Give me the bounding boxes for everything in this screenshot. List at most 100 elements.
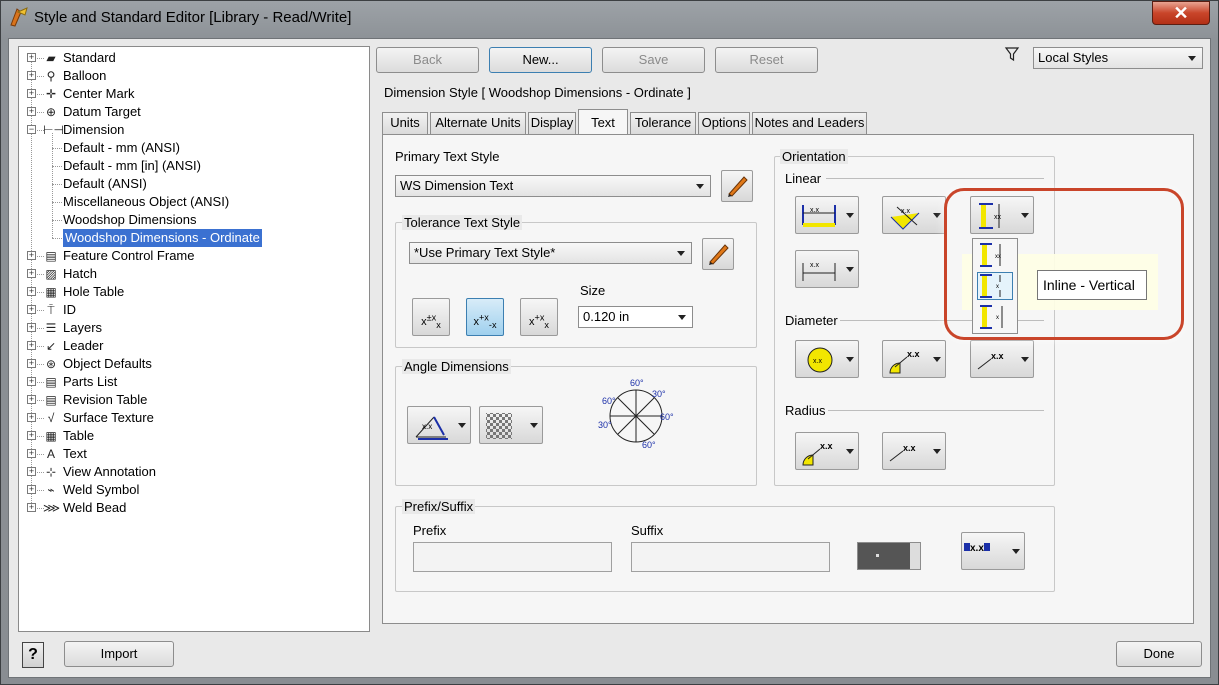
option-inline-vertical[interactable]: x [977, 272, 1013, 300]
symbol-insert-button[interactable] [857, 542, 921, 570]
diameter-horizontal-button[interactable]: x.x [970, 340, 1034, 378]
expand-icon[interactable]: + [27, 431, 36, 440]
prefix-input[interactable] [413, 542, 612, 572]
tree-item-hole-table[interactable]: + ▦ Hole Table [19, 283, 359, 301]
expand-icon[interactable]: + [27, 467, 36, 476]
expand-icon[interactable]: + [27, 359, 36, 368]
prefix-suffix-format-button[interactable]: x.x [961, 532, 1025, 570]
tree-item-leader[interactable]: + ↙ Leader [19, 337, 359, 355]
import-button[interactable]: Import [64, 641, 174, 667]
angle-label-top-left: 60° [602, 396, 616, 406]
back-button[interactable]: Back [376, 47, 479, 73]
save-button[interactable]: Save [602, 47, 705, 73]
diameter-inline-button[interactable]: x.x [795, 340, 859, 378]
tree-item-view-annotation[interactable]: + ⊹ View Annotation [19, 463, 359, 481]
edit-primary-text-style-button[interactable] [721, 170, 753, 202]
tolerance-stack-bottom-button[interactable]: x+xx [520, 298, 558, 336]
tree-item-weld-symbol[interactable]: + ⌁ Weld Symbol [19, 481, 359, 499]
help-button[interactable]: ? [22, 642, 44, 668]
tree-item-label: Weld Bead [63, 500, 127, 515]
chevron-down-icon [677, 251, 685, 256]
tree-item-revision-table[interactable]: + ▤ Revision Table [19, 391, 359, 409]
option-vertical-rotated[interactable]: x [977, 303, 1013, 331]
tree-item-balloon[interactable]: + ⚲ Balloon [19, 67, 359, 85]
tree-item-datum-target[interactable]: + ⊕ Datum Target [19, 103, 359, 121]
chevron-down-icon [910, 543, 920, 569]
expand-icon[interactable]: + [27, 107, 36, 116]
linear-vertical-options-list[interactable]: xx x x [972, 238, 1018, 334]
tree-item-label: Parts List [63, 374, 118, 389]
expand-icon[interactable]: + [27, 71, 36, 80]
expand-icon[interactable]: + [27, 287, 36, 296]
radius-label: Radius [785, 403, 826, 418]
expand-icon[interactable]: + [27, 89, 36, 98]
tolerance-stack-top-button[interactable]: x±xx [412, 298, 450, 336]
linear-stacked-button[interactable]: x.x [795, 250, 859, 288]
tree-item-id[interactable]: + ⍑ ID [19, 301, 359, 319]
expand-icon[interactable]: + [27, 305, 36, 314]
expand-icon[interactable]: + [27, 251, 36, 260]
expand-icon[interactable]: + [27, 395, 36, 404]
new-button[interactable]: New... [489, 47, 592, 73]
style-filter-select[interactable]: Local Styles [1033, 47, 1203, 69]
angle-unit-button[interactable] [479, 406, 543, 444]
diameter-aligned-button[interactable]: x.x [882, 340, 946, 378]
tree-item-layers[interactable]: + ☰ Layers [19, 319, 359, 337]
expand-icon[interactable]: + [27, 449, 36, 458]
linear-horizontal-button[interactable]: x.x [795, 196, 859, 234]
tree-item-hatch[interactable]: + ▨ Hatch [19, 265, 359, 283]
tolerance-stack-center-button[interactable]: x+x-x [466, 298, 504, 336]
tolerance-text-style-select[interactable]: *Use Primary Text Style* [409, 242, 692, 264]
tree-item-parts-list[interactable]: + ▤ Parts List [19, 373, 359, 391]
radius-horizontal-button[interactable]: x.x [882, 432, 946, 470]
expand-icon[interactable]: + [27, 377, 36, 386]
reset-button[interactable]: Reset [715, 47, 818, 73]
filter-icon[interactable] [1004, 46, 1020, 62]
primary-text-style-select[interactable]: WS Dimension Text [395, 175, 711, 197]
tree-item-object-defaults[interactable]: + ⊛ Object Defaults [19, 355, 359, 373]
expand-icon[interactable]: + [27, 413, 36, 422]
style-tree[interactable]: + ▰ Standard + ⚲ Balloon + ✛ Center Mark + ⊕ Datum … [18, 46, 370, 632]
collapse-icon[interactable]: − [27, 125, 36, 134]
expand-icon[interactable]: + [27, 503, 36, 512]
tab-text[interactable]: Text [578, 109, 628, 134]
edit-tolerance-text-style-button[interactable] [702, 238, 734, 270]
size-select[interactable]: 0.120 in [578, 306, 693, 328]
tree-item-surface-texture[interactable]: + √ Surface Texture [19, 409, 359, 427]
svg-text:x.x: x.x [810, 207, 819, 214]
linear-aligned-button[interactable]: x.x [882, 196, 946, 234]
close-button[interactable]: ✕ [1152, 1, 1210, 25]
vertical-above-icon: xx [980, 243, 1001, 267]
angle-text-orientation-button[interactable]: x.x [407, 406, 471, 444]
tab-alternate-units[interactable]: Alternate Units [430, 112, 526, 134]
tree-item-text[interactable]: + A Text [19, 445, 359, 463]
tab-tolerance[interactable]: Tolerance [630, 112, 696, 134]
linear-separator [826, 178, 1044, 179]
tree-item-feature-control-frame[interactable]: + ▤ Feature Control Frame [19, 247, 359, 265]
tree-item-dimension[interactable]: − ⊢⊣ Dimension [19, 121, 359, 139]
app-icon [8, 6, 30, 28]
suffix-input[interactable] [631, 542, 830, 572]
tree-item-label: Feature Control Frame [63, 248, 195, 263]
primary-text-style-value: WS Dimension Text [400, 178, 514, 193]
tab-notes-and-leaders[interactable]: Notes and Leaders [752, 112, 867, 134]
suffix-label: Suffix [631, 523, 664, 538]
expand-icon[interactable]: + [27, 485, 36, 494]
tree-item-table[interactable]: + ▦ Table [19, 427, 359, 445]
done-button[interactable]: Done [1116, 641, 1202, 667]
tab-display[interactable]: Display [528, 112, 576, 134]
expand-icon[interactable]: + [27, 323, 36, 332]
expand-icon[interactable]: + [27, 269, 36, 278]
parts-list-icon: ▤ [45, 375, 57, 389]
option-vertical-above[interactable]: xx [977, 241, 1013, 269]
expand-icon[interactable]: + [27, 53, 36, 62]
tree-item-weld-bead[interactable]: + ⋙ Weld Bead [19, 499, 359, 517]
tree-item-center-mark[interactable]: + ✛ Center Mark [19, 85, 359, 103]
tab-options[interactable]: Options [698, 112, 750, 134]
tree-item-label: Miscellaneous Object (ANSI) [63, 194, 230, 209]
tab-units[interactable]: Units [382, 112, 428, 134]
radius-aligned-button[interactable]: x.x [795, 432, 859, 470]
expand-icon[interactable]: + [27, 341, 36, 350]
tree-item-standard[interactable]: + ▰ Standard [19, 49, 359, 67]
primary-text-style-label: Primary Text Style [395, 149, 500, 164]
